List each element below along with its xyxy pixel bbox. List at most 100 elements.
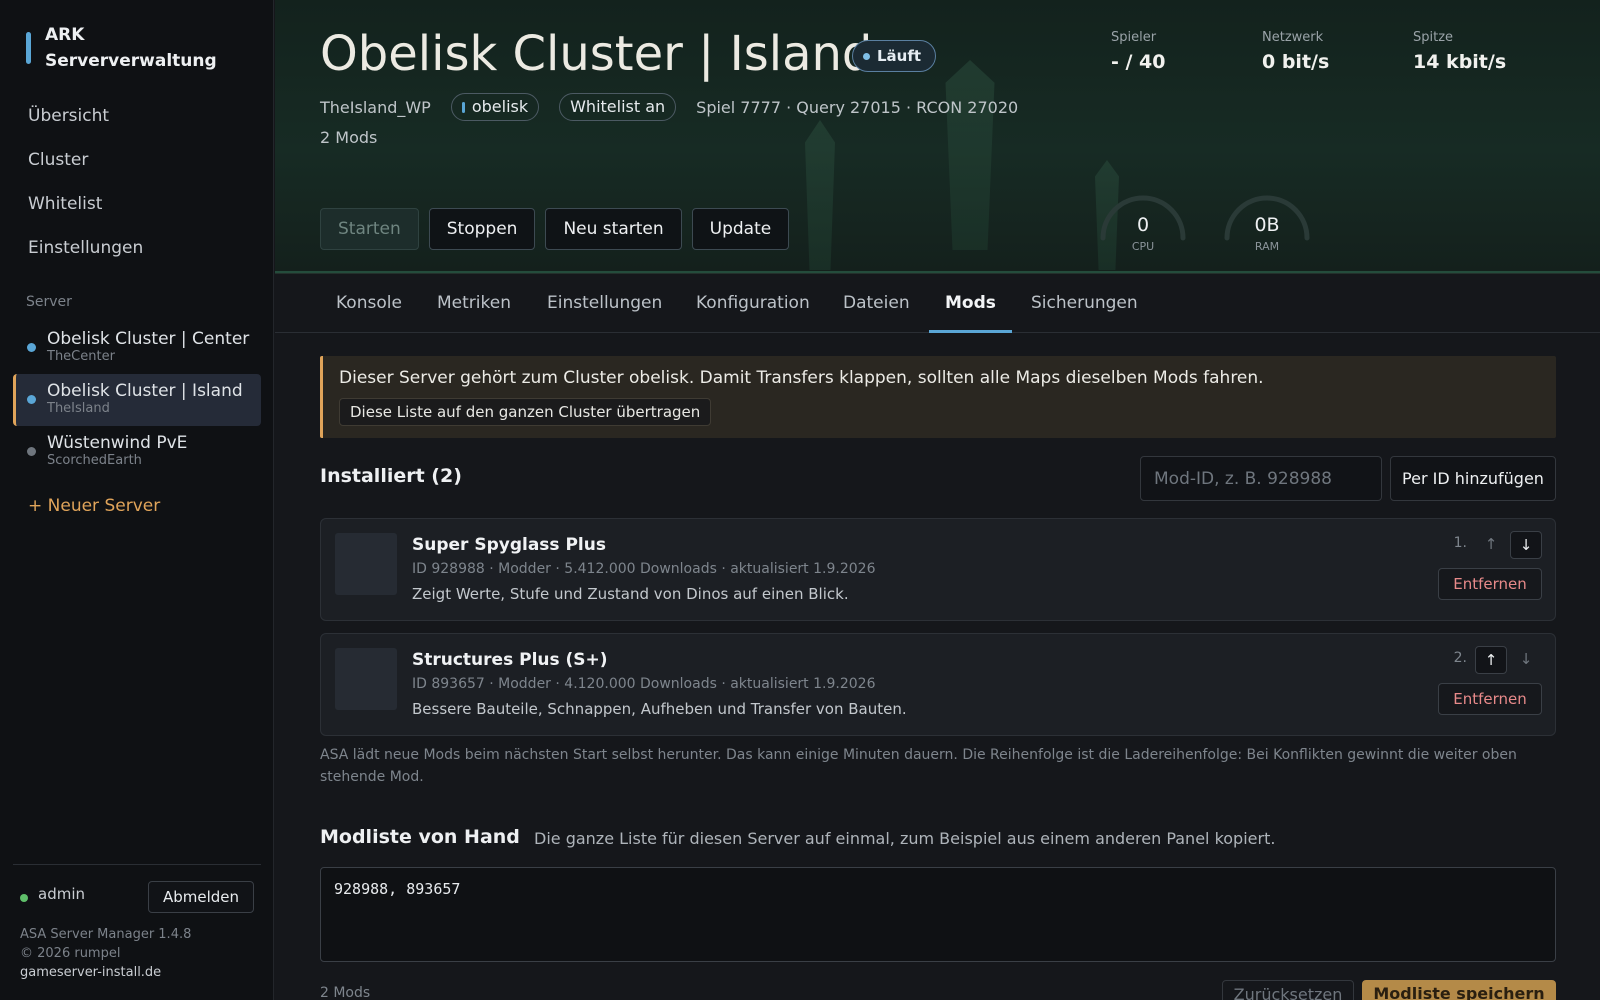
- mod-thumbnail: [335, 533, 397, 595]
- mod-position: 1.: [1453, 535, 1467, 551]
- sidebar: ARK Serververwaltung Übersicht Cluster W…: [0, 0, 274, 1000]
- mods-count: 2 Mods: [320, 128, 378, 147]
- app-version: ASA Server Manager 1.4.8: [20, 927, 192, 942]
- server-map: TheCenter: [47, 349, 115, 364]
- server-item-island[interactable]: Obelisk Cluster | Island TheIsland: [13, 374, 261, 426]
- tab-einstellungen[interactable]: Einstellungen: [531, 275, 678, 333]
- sidebar-footer: admin Abmelden ASA Server Manager 1.4.8 …: [13, 864, 261, 980]
- server-map: TheIsland: [47, 401, 110, 416]
- add-by-id-button[interactable]: Per ID hinzufügen: [1390, 456, 1556, 501]
- sync-cluster-button[interactable]: Diese Liste auf den ganzen Cluster übert…: [339, 398, 712, 426]
- tab-konfiguration[interactable]: Konfiguration: [680, 275, 826, 333]
- arrow-up-icon: ↑: [1484, 651, 1498, 669]
- cpu-value: 0: [1136, 214, 1150, 236]
- cpu-gauge: 0 CPU: [1095, 190, 1191, 260]
- main-nav: Übersicht Cluster Whitelist Einstellunge…: [28, 98, 143, 274]
- mod-thumbnail: [335, 648, 397, 710]
- tab-metriken[interactable]: Metriken: [421, 275, 527, 333]
- mod-card: Super Spyglass Plus ID 928988 · Modder ·…: [320, 518, 1556, 621]
- mod-meta: ID 893657 · Modder · 4.120.000 Downloads…: [412, 676, 876, 692]
- mod-meta: ID 928988 · Modder · 5.412.000 Downloads…: [412, 561, 876, 577]
- server-stats: Spieler - / 40 Netzwerk 0 bit/s Spitze 1…: [1111, 30, 1564, 73]
- reset-button[interactable]: Zurücksetzen: [1222, 980, 1354, 1000]
- server-hero: Obelisk Cluster | Island Läuft TheIsland…: [275, 0, 1600, 274]
- mods-hint: ASA lädt neue Mods beim nächsten Start s…: [320, 747, 1517, 785]
- server-item-center[interactable]: Obelisk Cluster | Center TheCenter: [13, 322, 261, 374]
- footer-info: ASA Server Manager 1.4.8 © 2026 rumpel g…: [20, 925, 191, 982]
- new-server-link[interactable]: + Neuer Server: [28, 496, 160, 516]
- stat-players: Spieler - / 40: [1111, 30, 1262, 73]
- arrow-down-icon: ↓: [1519, 536, 1533, 554]
- status-dot-icon: [27, 343, 36, 352]
- nav-item-whitelist[interactable]: Whitelist: [28, 186, 143, 230]
- nav-item-einstellungen[interactable]: Einstellungen: [28, 230, 143, 274]
- modlist-count: 2 Mods: [320, 985, 371, 1000]
- nav-item-cluster[interactable]: Cluster: [28, 142, 143, 186]
- page-title: Obelisk Cluster | Island: [320, 26, 873, 82]
- tab-dateien[interactable]: Dateien: [827, 275, 926, 333]
- server-tabs: Konsole Metriken Einstellungen Konfigura…: [275, 275, 1600, 333]
- stat-label: Spieler: [1111, 30, 1157, 45]
- arrow-up-icon: ↑: [1484, 535, 1498, 553]
- mod-description: Bessere Bauteile, Schnappen, Aufheben un…: [412, 700, 907, 718]
- server-name: Obelisk Cluster | Center: [47, 329, 250, 349]
- brand-line-1: ARK: [45, 25, 85, 45]
- notice-text: Dieser Server gehört zum Cluster obelisk…: [339, 368, 1264, 388]
- hero-divider: [275, 271, 1600, 273]
- remove-mod-button[interactable]: Entfernen: [1438, 568, 1542, 600]
- mod-card: Structures Plus (S+) ID 893657 · Modder …: [320, 633, 1556, 736]
- mod-id-input[interactable]: [1140, 456, 1382, 501]
- map-id: TheIsland_WP: [320, 97, 431, 117]
- status-badge: Läuft: [852, 40, 937, 72]
- move-up-button[interactable]: ↑: [1475, 646, 1507, 674]
- stop-button[interactable]: Stoppen: [428, 208, 536, 250]
- move-down-button[interactable]: ↓: [1510, 646, 1542, 674]
- stat-value: 14 kbit/s: [1413, 51, 1507, 73]
- footer-link[interactable]: gameserver-install.de: [20, 963, 191, 982]
- stat-value: 0 bit/s: [1262, 51, 1330, 73]
- stat-label: Spitze: [1413, 30, 1454, 45]
- logout-button[interactable]: Abmelden: [148, 881, 254, 913]
- mod-position: 2.: [1453, 650, 1467, 666]
- save-modlist-button[interactable]: Modliste speichern: [1362, 980, 1556, 1000]
- arrow-down-icon: ↓: [1519, 650, 1533, 668]
- remove-mod-button[interactable]: Entfernen: [1438, 683, 1542, 715]
- tab-konsole[interactable]: Konsole: [320, 275, 418, 333]
- user-row: admin Abmelden: [20, 881, 254, 913]
- ram-label: RAM: [1254, 240, 1280, 253]
- cpu-label: CPU: [1131, 240, 1155, 253]
- server-section-label: Server: [26, 294, 72, 310]
- user-name: admin: [38, 885, 85, 903]
- ram-gauge: 0B RAM: [1219, 190, 1315, 260]
- whitelist-pill: Whitelist an: [559, 93, 677, 121]
- modlist-textarea[interactable]: 928988, 893657: [320, 867, 1556, 962]
- copyright: © 2026 rumpel: [20, 946, 121, 961]
- tab-sicherungen[interactable]: Sicherungen: [1015, 275, 1154, 333]
- online-dot-icon: [20, 894, 28, 902]
- status-dot-icon: [27, 395, 36, 404]
- move-down-button[interactable]: ↓: [1510, 531, 1542, 559]
- server-list: Obelisk Cluster | Center TheCenter Obeli…: [13, 322, 261, 478]
- stat-value: - / 40: [1111, 51, 1166, 73]
- mod-name: Super Spyglass Plus: [412, 535, 606, 555]
- brand-logo-icon: [26, 32, 31, 64]
- stat-label: Netzwerk: [1262, 30, 1324, 45]
- server-meta: TheIsland_WP obelisk Whitelist an Spiel …: [320, 93, 1018, 121]
- installed-heading: Installiert (2): [320, 465, 462, 487]
- restart-button[interactable]: Neu starten: [545, 208, 682, 250]
- mod-description: Zeigt Werte, Stufe und Zustand von Dinos…: [412, 585, 849, 603]
- start-button[interactable]: Starten: [320, 208, 419, 250]
- brand-line-2: Serververwaltung: [45, 51, 217, 71]
- server-name: Wüstenwind PvE: [47, 433, 188, 453]
- status-dot-icon: [27, 447, 36, 456]
- obelisk-decoration: [805, 120, 835, 270]
- server-item-wuestenwind[interactable]: Wüstenwind PvE ScorchedEarth: [13, 426, 261, 478]
- tab-mods[interactable]: Mods: [929, 275, 1012, 333]
- nav-item-uebersicht[interactable]: Übersicht: [28, 98, 143, 142]
- obelisk-decoration: [945, 60, 995, 250]
- update-button[interactable]: Update: [691, 208, 790, 250]
- ports: Spiel 7777 · Query 27015 · RCON 27020: [696, 97, 1019, 117]
- cluster-notice: Dieser Server gehört zum Cluster obelisk…: [320, 356, 1556, 438]
- move-up-button[interactable]: ↑: [1475, 531, 1507, 559]
- manual-subtitle: Die ganze Liste für diesen Server auf ei…: [534, 829, 1276, 848]
